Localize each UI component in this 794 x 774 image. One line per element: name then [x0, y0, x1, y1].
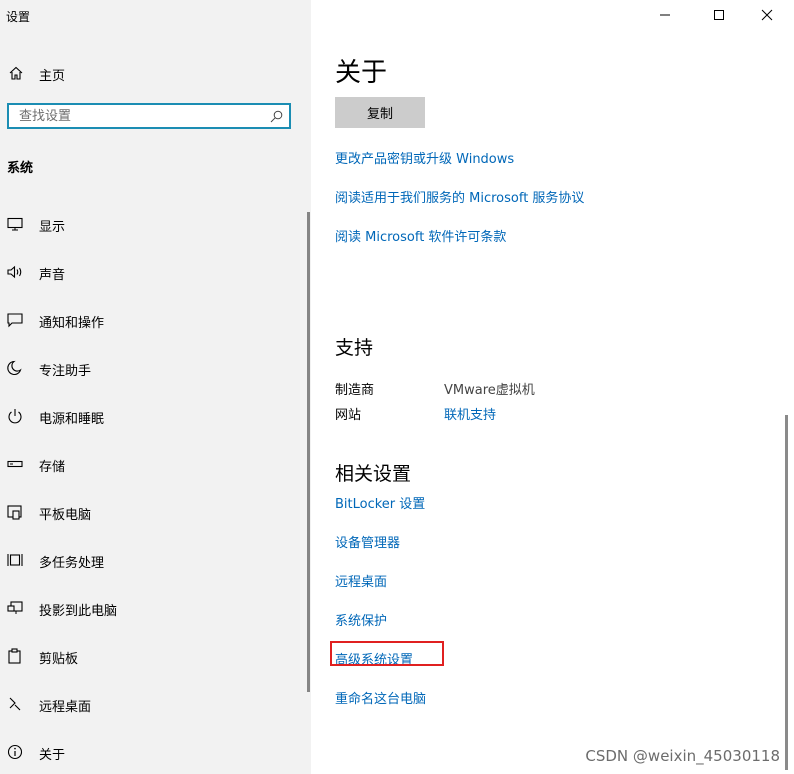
- power-icon: [7, 408, 24, 424]
- monitor-icon: [7, 216, 24, 232]
- sidebar-item-label: 关于: [39, 748, 66, 763]
- system-protection-link[interactable]: 系统保护: [335, 610, 387, 629]
- highlight-box: [330, 641, 444, 666]
- sidebar-item-multitasking[interactable]: 多任务处理: [0, 544, 311, 576]
- minimize-button[interactable]: [642, 0, 688, 30]
- sidebar-item-power-sleep[interactable]: 电源和睡眠: [0, 400, 311, 432]
- sidebar-scrollbar[interactable]: [307, 212, 310, 692]
- device-manager-link[interactable]: 设备管理器: [335, 532, 400, 551]
- maximize-button[interactable]: [696, 0, 742, 30]
- app-title: 设置: [6, 10, 31, 24]
- main-content: 关于 复制 更改产品密钥或升级 Windows 阅读适用于我们服务的 Micro…: [311, 0, 794, 774]
- moon-icon: [7, 360, 24, 376]
- sidebar-item-label: 平板电脑: [39, 508, 92, 523]
- watermark: CSDN @weixin_45030118: [585, 747, 780, 765]
- sidebar-item-label: 声音: [39, 268, 66, 283]
- sidebar-item-label: 通知和操作: [39, 316, 105, 331]
- remote-desktop-icon: [7, 696, 24, 712]
- home-nav-item[interactable]: 主页: [0, 58, 311, 88]
- search-input[interactable]: [19, 108, 264, 124]
- speaker-icon: [7, 264, 24, 280]
- related-settings-heading: 相关设置: [335, 463, 412, 485]
- sidebar-item-project[interactable]: 投影到此电脑: [0, 592, 311, 624]
- copy-button[interactable]: 复制: [335, 97, 425, 128]
- sidebar-item-tablet[interactable]: 平板电脑: [0, 496, 311, 528]
- main-scrollbar[interactable]: [785, 415, 788, 770]
- change-product-key-link[interactable]: 更改产品密钥或升级 Windows: [335, 148, 514, 167]
- close-button[interactable]: [744, 0, 790, 30]
- tablet-icon: [7, 504, 24, 520]
- sidebar-item-display[interactable]: 显示: [0, 208, 311, 240]
- minimize-icon: [659, 9, 671, 21]
- sidebar: 设置 主页 系统 显示 声音 通知和操作 专注助手 电源和睡眠 存储 平板: [0, 0, 311, 774]
- rename-pc-link[interactable]: 重命名这台电脑: [335, 688, 426, 707]
- section-title: 系统: [7, 161, 34, 176]
- sidebar-item-label: 显示: [39, 220, 66, 235]
- page-title: 关于: [335, 58, 388, 88]
- clipboard-icon: [7, 648, 24, 664]
- sidebar-item-notifications[interactable]: 通知和操作: [0, 304, 311, 336]
- home-label: 主页: [39, 69, 66, 84]
- bitlocker-settings-link[interactable]: BitLocker 设置: [335, 493, 425, 512]
- sidebar-item-storage[interactable]: 存储: [0, 448, 311, 480]
- search-icon[interactable]: [270, 110, 283, 123]
- storage-icon: [7, 456, 24, 472]
- manufacturer-value: VMware虚拟机: [444, 383, 535, 398]
- support-heading: 支持: [335, 337, 374, 359]
- multitasking-icon: [7, 552, 24, 568]
- manufacturer-label: 制造商: [335, 383, 375, 398]
- remote-desktop-link[interactable]: 远程桌面: [335, 571, 387, 590]
- sidebar-item-label: 远程桌面: [39, 700, 92, 715]
- search-box[interactable]: [7, 103, 291, 129]
- sidebar-item-label: 多任务处理: [39, 556, 105, 571]
- notification-icon: [7, 312, 24, 328]
- sidebar-item-label: 投影到此电脑: [39, 604, 118, 619]
- sidebar-item-label: 专注助手: [39, 364, 92, 379]
- projection-icon: [7, 600, 24, 616]
- sidebar-item-label: 存储: [39, 460, 66, 475]
- sidebar-item-about[interactable]: 关于: [0, 736, 311, 768]
- sidebar-item-label: 电源和睡眠: [39, 412, 105, 427]
- info-icon: [7, 744, 24, 760]
- sidebar-item-clipboard[interactable]: 剪贴板: [0, 640, 311, 672]
- service-agreement-link[interactable]: 阅读适用于我们服务的 Microsoft 服务协议: [335, 187, 584, 206]
- maximize-icon: [713, 9, 725, 21]
- sidebar-item-remote-desktop[interactable]: 远程桌面: [0, 688, 311, 720]
- close-icon: [761, 9, 773, 21]
- sidebar-item-focus-assist[interactable]: 专注助手: [0, 352, 311, 384]
- license-terms-link[interactable]: 阅读 Microsoft 软件许可条款: [335, 226, 506, 245]
- online-support-link[interactable]: 联机支持: [444, 404, 496, 423]
- website-label: 网站: [335, 408, 362, 423]
- sidebar-item-sound[interactable]: 声音: [0, 256, 311, 288]
- home-icon: [8, 65, 24, 81]
- sidebar-item-label: 剪贴板: [39, 652, 79, 667]
